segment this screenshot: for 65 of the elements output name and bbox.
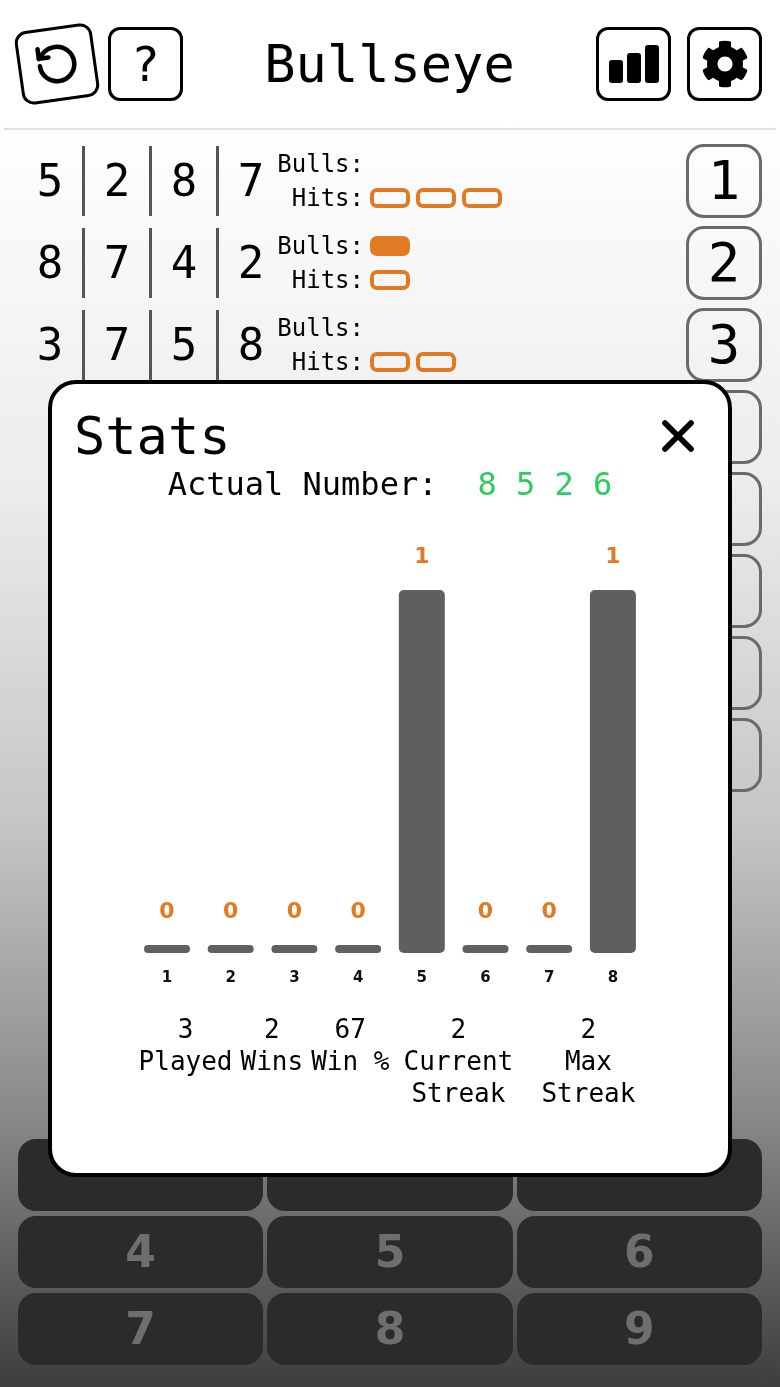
stat-value: 2	[450, 1013, 467, 1045]
stat-label: Current Streak	[402, 1045, 515, 1109]
guess-digit: 3	[35, 323, 65, 367]
keypad-key[interactable]: 8	[267, 1293, 513, 1365]
app-title: Bullseye	[264, 33, 515, 96]
zero-bar-marker	[144, 945, 190, 953]
bar-value-label: 0	[350, 898, 366, 923]
zero-bar-marker	[335, 945, 382, 953]
bar-value-label: 0	[477, 898, 494, 923]
hits-label: Hits:	[290, 347, 364, 377]
zero-bar-marker	[207, 945, 254, 953]
bulls-label: Bulls:	[276, 231, 364, 261]
guess-digit: 8	[35, 241, 65, 285]
bar-value-label: 1	[605, 543, 621, 568]
actual-number: 8 5 2 6	[477, 464, 613, 504]
stat-label: Win %	[311, 1045, 390, 1077]
zero-bar-marker	[526, 945, 573, 953]
zero-bar-marker	[271, 945, 318, 953]
stat-value: 2	[580, 1013, 597, 1045]
bar-value-label: 0	[286, 898, 303, 923]
x-tick-label: 6	[480, 968, 491, 986]
keypad-key[interactable]: 4	[18, 1216, 264, 1288]
guess-digit: 8	[169, 159, 199, 203]
guess-digit: 5	[35, 159, 65, 203]
settings-button[interactable]	[687, 27, 762, 101]
guess-digit: 8	[236, 323, 266, 367]
settings-icon	[700, 40, 749, 88]
row-number-button[interactable]: 2	[686, 226, 762, 300]
bulls-label: Bulls:	[276, 313, 364, 343]
stat-label: Played	[138, 1045, 233, 1077]
stat-value: 2	[264, 1013, 280, 1045]
keypad-key[interactable]: 9	[516, 1293, 762, 1365]
stats-button[interactable]	[596, 27, 671, 101]
bulls-label: Bulls:	[276, 149, 364, 179]
keypad-key[interactable]: 5	[267, 1216, 513, 1288]
x-tick-label: 4	[352, 968, 364, 986]
help-button[interactable]: ?	[108, 27, 183, 101]
guess-digit: 7	[236, 159, 266, 203]
hits-label: Hits:	[290, 183, 364, 213]
stat-value: 67	[334, 1013, 366, 1045]
x-tick-label: 5	[416, 968, 427, 986]
bar-chart-icon	[607, 44, 660, 84]
bar-value-label: 1	[414, 543, 430, 568]
x-tick-label: 7	[544, 968, 555, 986]
guess-digit: 4	[169, 241, 199, 285]
guess-digit: 7	[102, 241, 132, 285]
stat-value: 3	[177, 1013, 194, 1045]
hits-label: Hits:	[290, 265, 364, 295]
stat-label: Max Streak	[540, 1045, 637, 1109]
stat-label: Wins	[240, 1045, 304, 1077]
keypad-key[interactable]: 6	[516, 1216, 762, 1288]
row-number-button[interactable]: 1	[686, 144, 762, 218]
bar-value-label: 0	[223, 898, 239, 923]
zero-bar-marker	[462, 945, 509, 953]
guess-digit: 7	[102, 323, 132, 367]
x-tick-label: 2	[225, 968, 236, 986]
guess-digit: 5	[169, 323, 199, 367]
guess-digit: 2	[236, 241, 266, 285]
guess-digit: 2	[102, 159, 132, 203]
bar-value-label: 0	[541, 898, 557, 923]
bar-value-label: 0	[159, 898, 175, 923]
x-tick-label: 1	[161, 968, 173, 986]
x-tick-label: 8	[607, 968, 619, 986]
keypad-key[interactable]: 7	[18, 1293, 264, 1365]
x-tick-label: 3	[289, 968, 300, 986]
